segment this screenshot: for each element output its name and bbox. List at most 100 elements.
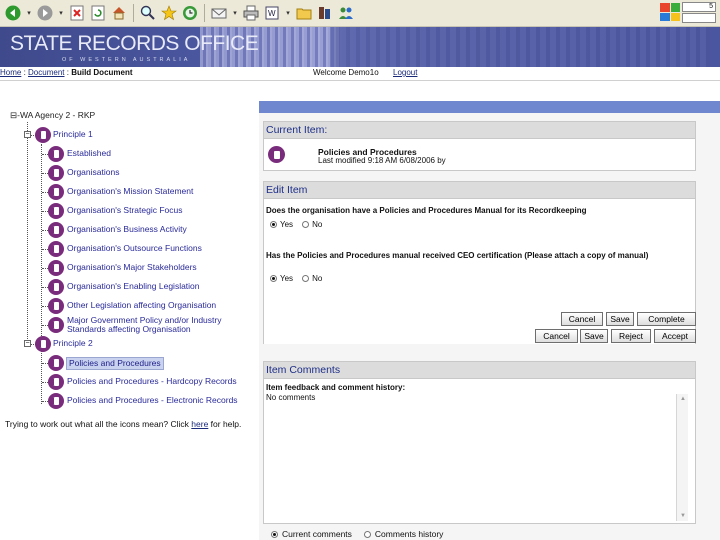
tree-root-label[interactable]: ⊟-WA Agency 2 - RKP: [10, 111, 95, 120]
question-2-yes-radio[interactable]: [270, 275, 277, 282]
zoom-field-secondary[interactable]: [682, 13, 716, 23]
question-1-no-radio[interactable]: [302, 221, 310, 228]
tree-item[interactable]: Other Legislation affecting Organisation: [67, 301, 216, 310]
tree-item[interactable]: Organisation's Strategic Focus: [67, 206, 182, 215]
cancel-button[interactable]: Cancel: [561, 312, 603, 326]
tree-item-book-icon: [48, 317, 64, 333]
windows-logo-icon: [660, 3, 680, 21]
comments-history-label: Comments history: [374, 529, 444, 539]
site-banner: STATE RECORDS OFFICE OF WESTERN AUSTRALI…: [0, 27, 720, 67]
review-save-button[interactable]: Save: [580, 329, 608, 343]
messenger-icon[interactable]: [337, 4, 355, 22]
history-icon[interactable]: [181, 4, 199, 22]
tree-item-book-icon: [48, 393, 64, 409]
tree-item-book-icon: [48, 355, 64, 371]
edit-document-icon[interactable]: W: [263, 4, 281, 22]
help-text-before: Trying to work out what all the icons me…: [5, 419, 192, 429]
current-item-heading: Current Item:: [264, 122, 695, 139]
folder-icon[interactable]: [295, 4, 313, 22]
tree-item-book-icon: [48, 241, 64, 257]
tree-item[interactable]: Organisation's Outsource Functions: [67, 244, 202, 253]
edit-dropdown-icon[interactable]: ▾: [284, 4, 292, 22]
current-item-book-icon: [268, 146, 285, 163]
favorites-star-icon[interactable]: [160, 4, 178, 22]
mail-dropdown-icon[interactable]: ▾: [231, 4, 239, 22]
tree-item[interactable]: Established: [67, 149, 111, 158]
question-1-options: Yes No: [270, 220, 322, 229]
tree-item-principle1[interactable]: Principle 1: [53, 130, 93, 139]
print-icon[interactable]: [242, 4, 260, 22]
breadcrumb-current: Build Document: [71, 68, 133, 77]
tree-item-book-icon: [48, 184, 64, 200]
logout-link[interactable]: Logout: [393, 67, 417, 79]
back-arrow-icon[interactable]: [4, 4, 22, 22]
tree-guide-line: [27, 122, 28, 347]
question-1-yes-radio[interactable]: [270, 221, 277, 228]
tree-item[interactable]: Policies and Procedures - Hardcopy Recor…: [67, 377, 237, 386]
tree-item[interactable]: Organisations: [67, 168, 119, 177]
tree-item-book-icon: [48, 298, 64, 314]
tree-item-book-icon: [48, 203, 64, 219]
banner-subtitle: OF WESTERN AUSTRALIA: [62, 57, 191, 63]
question-2: Has the Policies and Procedures manual r…: [266, 251, 649, 260]
tree-guide-line: [41, 144, 42, 404]
back-dropdown-icon[interactable]: ▾: [25, 4, 33, 22]
comments-scrollbar[interactable]: ▲ ▼: [676, 394, 688, 521]
question-2-no-radio[interactable]: [302, 275, 310, 282]
forward-arrow-icon[interactable]: [36, 4, 54, 22]
comments-label: Item feedback and comment history:: [266, 383, 406, 392]
principle1-collapse-toggle[interactable]: −: [24, 131, 31, 138]
tree-item[interactable]: Organisation's Enabling Legislation: [67, 282, 200, 291]
comment-view-options: Current comments Comments history: [271, 529, 443, 539]
reject-button[interactable]: Reject: [611, 329, 651, 343]
toolbar-separator: [204, 4, 205, 22]
tree-item[interactable]: Organisation's Major Stakeholders: [67, 263, 197, 272]
tree-item-book-icon: [48, 279, 64, 295]
principle2-book-icon: [35, 336, 51, 352]
scroll-up-icon[interactable]: ▲: [678, 394, 688, 404]
help-link[interactable]: here: [191, 419, 208, 429]
stop-icon[interactable]: [68, 4, 86, 22]
banner-title: STATE RECORDS OFFICE: [10, 32, 259, 55]
question-2-yes-label: Yes: [280, 274, 294, 283]
current-item-modified: Last modified 9:18 AM 6/08/2006 by: [318, 156, 446, 165]
research-icon[interactable]: [316, 4, 334, 22]
principle1-book-icon: [35, 127, 51, 143]
breadcrumb-home-link[interactable]: Home: [0, 68, 21, 77]
edit-item-heading: Edit Item: [264, 182, 695, 199]
home-icon[interactable]: [110, 4, 128, 22]
welcome-text: Welcome Demo1o: [313, 68, 379, 77]
accept-button[interactable]: Accept: [654, 329, 696, 343]
comments-text: No comments: [266, 393, 316, 402]
browser-toolbar: ▾ ▾ ▾ W ▾ 5: [0, 0, 720, 27]
question-1-no-label: No: [312, 220, 323, 229]
tree-item[interactable]: Policies and Procedures - Electronic Rec…: [67, 396, 238, 405]
save-button[interactable]: Save: [606, 312, 634, 326]
question-1-yes-label: Yes: [280, 220, 294, 229]
tree-item[interactable]: Organisation's Business Activity: [67, 225, 187, 234]
item-comments-heading: Item Comments: [264, 362, 695, 379]
tree-item-book-icon: [48, 146, 64, 162]
tree-item-principle2[interactable]: Principle 2: [53, 339, 93, 348]
search-icon[interactable]: [139, 4, 157, 22]
tree-item[interactable]: Major Government Policy and/or Industry …: [67, 316, 247, 334]
forward-dropdown-icon[interactable]: ▾: [57, 4, 65, 22]
scroll-down-icon[interactable]: ▼: [678, 511, 688, 521]
toolbar-separator: [133, 4, 134, 22]
item-comments-section: Item Comments Item feedback and comment …: [263, 361, 696, 524]
comments-history-radio[interactable]: [363, 530, 371, 538]
refresh-icon[interactable]: [89, 4, 107, 22]
review-cancel-button[interactable]: Cancel: [535, 329, 578, 343]
breadcrumb-document-link[interactable]: Document: [28, 68, 64, 77]
mail-icon[interactable]: [210, 4, 228, 22]
current-comments-label: Current comments: [282, 529, 352, 539]
breadcrumb: Home : Document : Build Document: [0, 67, 133, 79]
tree-item[interactable]: Policies and Procedures: [66, 357, 164, 370]
question-2-options: Yes No: [270, 274, 322, 283]
tree-item[interactable]: Organisation's Mission Statement: [67, 187, 193, 196]
complete-button[interactable]: Complete: [637, 312, 696, 326]
principle2-collapse-toggle[interactable]: −: [24, 340, 31, 347]
zoom-field[interactable]: 5: [682, 2, 716, 12]
current-comments-radio[interactable]: [271, 530, 278, 538]
svg-text:W: W: [268, 9, 276, 18]
